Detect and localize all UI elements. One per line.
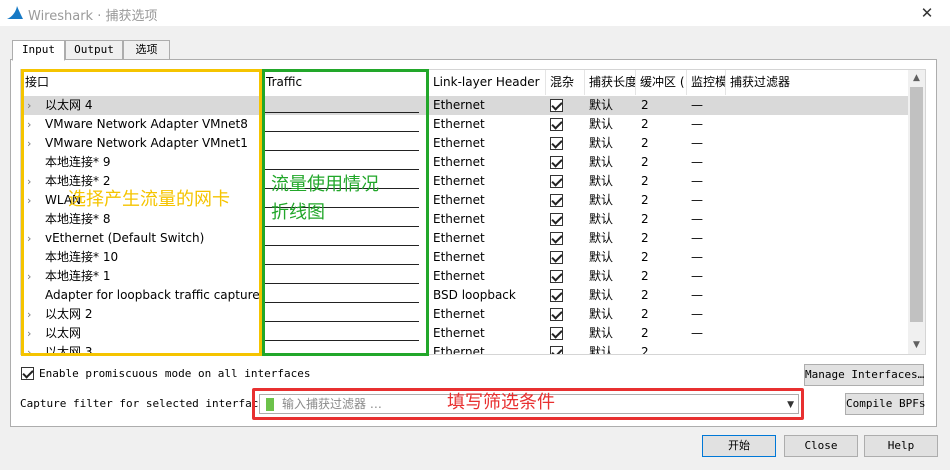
- monitor-mode-value: —: [691, 98, 703, 112]
- buffer-value: 2: [641, 193, 649, 207]
- monitor-mode-value: —: [691, 326, 703, 340]
- monitor-mode-value: —: [691, 174, 703, 188]
- close-window-button[interactable]: ✕: [904, 0, 950, 26]
- buffer-value: 2: [641, 212, 649, 226]
- table-vertical-scrollbar[interactable]: ▲ ▼: [908, 70, 925, 354]
- link-layer-header: BSD loopback: [433, 288, 516, 302]
- scrollbar-thumb[interactable]: [910, 87, 923, 322]
- scroll-down-icon[interactable]: ▼: [908, 337, 925, 354]
- tab-output[interactable]: Output: [65, 40, 123, 60]
- annotation-traffic-line2: 折线图: [271, 202, 325, 223]
- column-header-capture-filter[interactable]: 捕获过滤器: [726, 70, 909, 95]
- link-layer-header: Ethernet: [433, 212, 485, 226]
- title-bar: Wireshark · 捕获选项 ✕: [0, 0, 950, 26]
- buffer-value: 2: [641, 307, 649, 321]
- buffer-value: 2: [641, 98, 649, 112]
- link-layer-header: Ethernet: [433, 193, 485, 207]
- promiscuous-checkbox[interactable]: [550, 270, 563, 283]
- monitor-mode-value: —: [691, 212, 703, 226]
- buffer-value: 2: [641, 117, 649, 131]
- help-button[interactable]: Help: [864, 435, 938, 457]
- link-layer-header: Ethernet: [433, 250, 485, 264]
- scroll-up-icon[interactable]: ▲: [908, 70, 925, 87]
- promiscuous-checkbox[interactable]: [550, 137, 563, 150]
- link-layer-header: Ethernet: [433, 136, 485, 150]
- monitor-mode-value: —: [691, 155, 703, 169]
- promiscuous-checkbox[interactable]: [550, 175, 563, 188]
- shark-fin-icon: [7, 6, 23, 19]
- link-layer-header: Ethernet: [433, 155, 485, 169]
- annotation-traffic-line1: 流量使用情况: [271, 174, 379, 195]
- snaplen-value: 默认: [589, 174, 614, 188]
- buffer-value: 2: [641, 174, 649, 188]
- buffer-value: 2: [641, 250, 649, 264]
- buffer-value: 2: [641, 288, 649, 302]
- snaplen-value: 默认: [589, 136, 614, 150]
- buffer-value: 2: [641, 136, 649, 150]
- promiscuous-checkbox[interactable]: [550, 251, 563, 264]
- monitor-mode-value: —: [691, 231, 703, 245]
- monitor-mode-value: —: [691, 269, 703, 283]
- snaplen-value: 默认: [589, 231, 614, 245]
- promiscuous-mode-label: Enable promiscuous mode on all interface…: [39, 367, 311, 380]
- snaplen-value: 默认: [589, 345, 614, 355]
- promiscuous-checkbox[interactable]: [550, 346, 563, 354]
- buffer-value: 2: [641, 326, 649, 340]
- promiscuous-checkbox[interactable]: [550, 99, 563, 112]
- link-layer-header: Ethernet: [433, 345, 485, 355]
- annotation-select-interface: 选择产生流量的网卡: [68, 189, 230, 210]
- link-layer-header: Ethernet: [433, 98, 485, 112]
- checkbox-box[interactable]: [21, 367, 34, 380]
- buffer-value: 2: [641, 155, 649, 169]
- column-header-monitor[interactable]: 监控模: [687, 70, 726, 95]
- link-layer-header: Ethernet: [433, 174, 485, 188]
- close-button[interactable]: Close: [784, 435, 858, 457]
- link-layer-header: Ethernet: [433, 117, 485, 131]
- column-header-snaplen[interactable]: 捕获长度: [585, 70, 636, 95]
- snaplen-value: 默认: [589, 98, 614, 112]
- monitor-mode-value: [691, 343, 721, 354]
- monitor-mode-value: —: [691, 250, 703, 264]
- snaplen-value: 默认: [589, 117, 614, 131]
- snaplen-value: 默认: [589, 307, 614, 321]
- window-title: Wireshark · 捕获选项: [28, 9, 158, 24]
- capture-filter-label: Capture filter for selected interfaces:: [20, 397, 279, 410]
- promiscuous-checkbox[interactable]: [550, 232, 563, 245]
- column-header-promiscuous[interactable]: 混杂: [546, 70, 585, 95]
- monitor-mode-value: —: [691, 193, 703, 207]
- promiscuous-checkbox[interactable]: [550, 213, 563, 226]
- promiscuous-checkbox[interactable]: [550, 156, 563, 169]
- monitor-mode-value: —: [691, 307, 703, 321]
- promiscuous-checkbox[interactable]: [550, 194, 563, 207]
- promiscuous-checkbox[interactable]: [550, 289, 563, 302]
- buffer-value: 2: [641, 345, 649, 355]
- snaplen-value: 默认: [589, 155, 614, 169]
- promiscuous-checkbox[interactable]: [550, 327, 563, 340]
- link-layer-header: Ethernet: [433, 231, 485, 245]
- column-header-link-layer[interactable]: Link-layer Header: [429, 70, 546, 95]
- link-layer-header: Ethernet: [433, 269, 485, 283]
- promiscuous-checkbox[interactable]: [550, 308, 563, 321]
- annotation-fill-filter: 填写筛选条件: [447, 392, 555, 413]
- snaplen-value: 默认: [589, 326, 614, 340]
- manage-interfaces-button[interactable]: Manage Interfaces…: [804, 364, 924, 386]
- monitor-mode-value: —: [691, 288, 703, 302]
- compile-bpfs-button[interactable]: Compile BPFs: [845, 393, 925, 415]
- buffer-value: 2: [641, 269, 649, 283]
- tab-input[interactable]: Input: [12, 40, 65, 61]
- start-button[interactable]: 开始: [702, 435, 776, 457]
- snaplen-value: 默认: [589, 250, 614, 264]
- snaplen-value: 默认: [589, 193, 614, 207]
- buffer-value: 2: [641, 231, 649, 245]
- column-header-buffer[interactable]: 缓冲区 (: [636, 70, 687, 95]
- link-layer-header: Ethernet: [433, 326, 485, 340]
- snaplen-value: 默认: [589, 212, 614, 226]
- snaplen-value: 默认: [589, 269, 614, 283]
- link-layer-header: Ethernet: [433, 307, 485, 321]
- monitor-mode-value: —: [691, 117, 703, 131]
- snaplen-value: 默认: [589, 288, 614, 302]
- promiscuous-checkbox[interactable]: [550, 118, 563, 131]
- tab-options[interactable]: 选项: [123, 40, 170, 60]
- monitor-mode-value: —: [691, 136, 703, 150]
